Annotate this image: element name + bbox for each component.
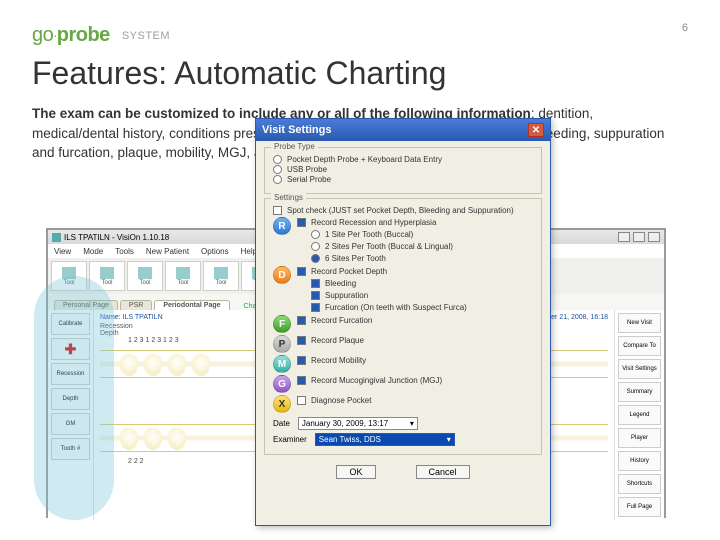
badge-furcation-icon: F <box>273 315 291 333</box>
toolbar-button[interactable]: Tool <box>127 261 163 291</box>
logo-row: go·probe SYSTEM <box>32 24 688 47</box>
minimize-button[interactable] <box>618 232 630 242</box>
right-btn-newvisit[interactable]: New Visit <box>618 313 661 333</box>
check-furcation-suspect[interactable]: Furcation (On teeth with Suspect Furca) <box>311 303 467 312</box>
dialog-title: Visit Settings <box>262 124 331 136</box>
cancel-button[interactable]: Cancel <box>416 465 470 479</box>
right-btn-legend[interactable]: Legend <box>618 405 661 425</box>
badge-diagnose-icon: X <box>273 395 291 413</box>
rec-opt-2[interactable]: 2 Sites Per Tooth (Buccal & Lingual) <box>311 242 453 251</box>
maximize-button[interactable] <box>633 232 645 242</box>
date-input[interactable]: January 30, 2009, 13:17 ▾ <box>298 417 418 430</box>
right-btn-player[interactable]: Player <box>618 428 661 448</box>
probe-radio-serial[interactable]: Serial Probe <box>273 175 533 184</box>
app-icon <box>52 233 61 242</box>
app-title: ILS TPATILN - VisiOn 1.10.18 <box>64 233 169 242</box>
toolbar-button[interactable]: Tool <box>203 261 239 291</box>
chevron-down-icon: ▾ <box>447 435 451 444</box>
brand-go: go <box>32 24 53 46</box>
check-suppuration[interactable]: Suppuration <box>311 291 467 300</box>
check-mobility[interactable]: Record Mobility <box>297 356 366 365</box>
rec-opt-6[interactable]: 6 Sites Per Tooth <box>311 254 453 263</box>
dialog-close-button[interactable]: ✕ <box>528 123 544 137</box>
badge-depth-icon: D <box>273 266 291 284</box>
probe-radio-keyboard[interactable]: Pocket Depth Probe + Keyboard Data Entry <box>273 155 533 164</box>
right-btn-fullpage[interactable]: Full Page <box>618 497 661 517</box>
badge-recession-icon: R <box>273 217 291 235</box>
right-btn-summary[interactable]: Summary <box>618 382 661 402</box>
probe-radio-usb[interactable]: USB Probe <box>273 165 533 174</box>
brand-logo: go·probe <box>32 24 110 47</box>
badge-mobility-icon: M <box>273 355 291 373</box>
rec-opt-1[interactable]: 1 Site Per Tooth (Buccal) <box>311 230 453 239</box>
check-diagnose[interactable]: Diagnose Pocket <box>297 396 371 405</box>
tab-perio[interactable]: Periodontal Page <box>154 300 229 310</box>
right-btn-history[interactable]: History <box>618 451 661 471</box>
badge-plaque-icon: P <box>273 335 291 353</box>
menu-tools[interactable]: Tools <box>115 247 134 256</box>
probe-type-group: Probe Type Pocket Depth Probe + Keyboard… <box>264 147 542 194</box>
check-mgj[interactable]: Record Mucogingival Junction (MGJ) <box>297 376 442 385</box>
toolbar-button[interactable]: Tool <box>165 261 201 291</box>
check-plaque[interactable]: Record Plaque <box>297 336 364 345</box>
menu-newpatient[interactable]: New Patient <box>146 247 189 256</box>
page-number: 6 <box>682 22 688 34</box>
check-recession[interactable]: Record Recession and Hyperplasia <box>297 218 453 227</box>
chevron-down-icon: ▾ <box>410 419 414 428</box>
right-btn-shortcuts[interactable]: Shortcuts <box>618 474 661 494</box>
check-bleeding[interactable]: Bleeding <box>311 279 467 288</box>
probe-type-label: Probe Type <box>271 142 318 151</box>
dialog-titlebar: Visit Settings ✕ <box>256 119 550 141</box>
ok-button[interactable]: OK <box>336 465 375 479</box>
tab-psr[interactable]: PSR <box>120 300 152 310</box>
date-label: Date <box>273 419 290 428</box>
spot-check[interactable]: Spot check (JUST set Pocket Depth, Bleed… <box>273 206 533 215</box>
menu-view[interactable]: View <box>54 247 71 256</box>
visit-settings-dialog: Visit Settings ✕ Probe Type Pocket Depth… <box>255 118 551 526</box>
slide-title: Features: Automatic Charting <box>32 55 688 92</box>
settings-label: Settings <box>271 193 306 202</box>
examiner-label: Examiner <box>273 435 307 444</box>
menu-options[interactable]: Options <box>201 247 229 256</box>
examiner-value: Sean Twiss, DDS <box>319 435 381 444</box>
right-btn-compare[interactable]: Compare To <box>618 336 661 356</box>
brand-probe: probe <box>57 24 110 46</box>
system-label: SYSTEM <box>122 30 170 42</box>
date-value: January 30, 2009, 13:17 <box>302 419 388 428</box>
menu-mode[interactable]: Mode <box>83 247 103 256</box>
right-toolbar: New Visit Compare To Visit Settings Summ… <box>614 310 664 520</box>
right-btn-visitsettings[interactable]: Visit Settings <box>618 359 661 379</box>
close-button[interactable] <box>648 232 660 242</box>
badge-mgj-icon: G <box>273 375 291 393</box>
examiner-select[interactable]: Sean Twiss, DDS ▾ <box>315 433 455 446</box>
highlight-oval <box>34 276 114 520</box>
check-furcation[interactable]: Record Furcation <box>297 316 372 325</box>
settings-group: Settings Spot check (JUST set Pocket Dep… <box>264 198 542 455</box>
check-depth[interactable]: Record Pocket Depth <box>297 267 467 276</box>
